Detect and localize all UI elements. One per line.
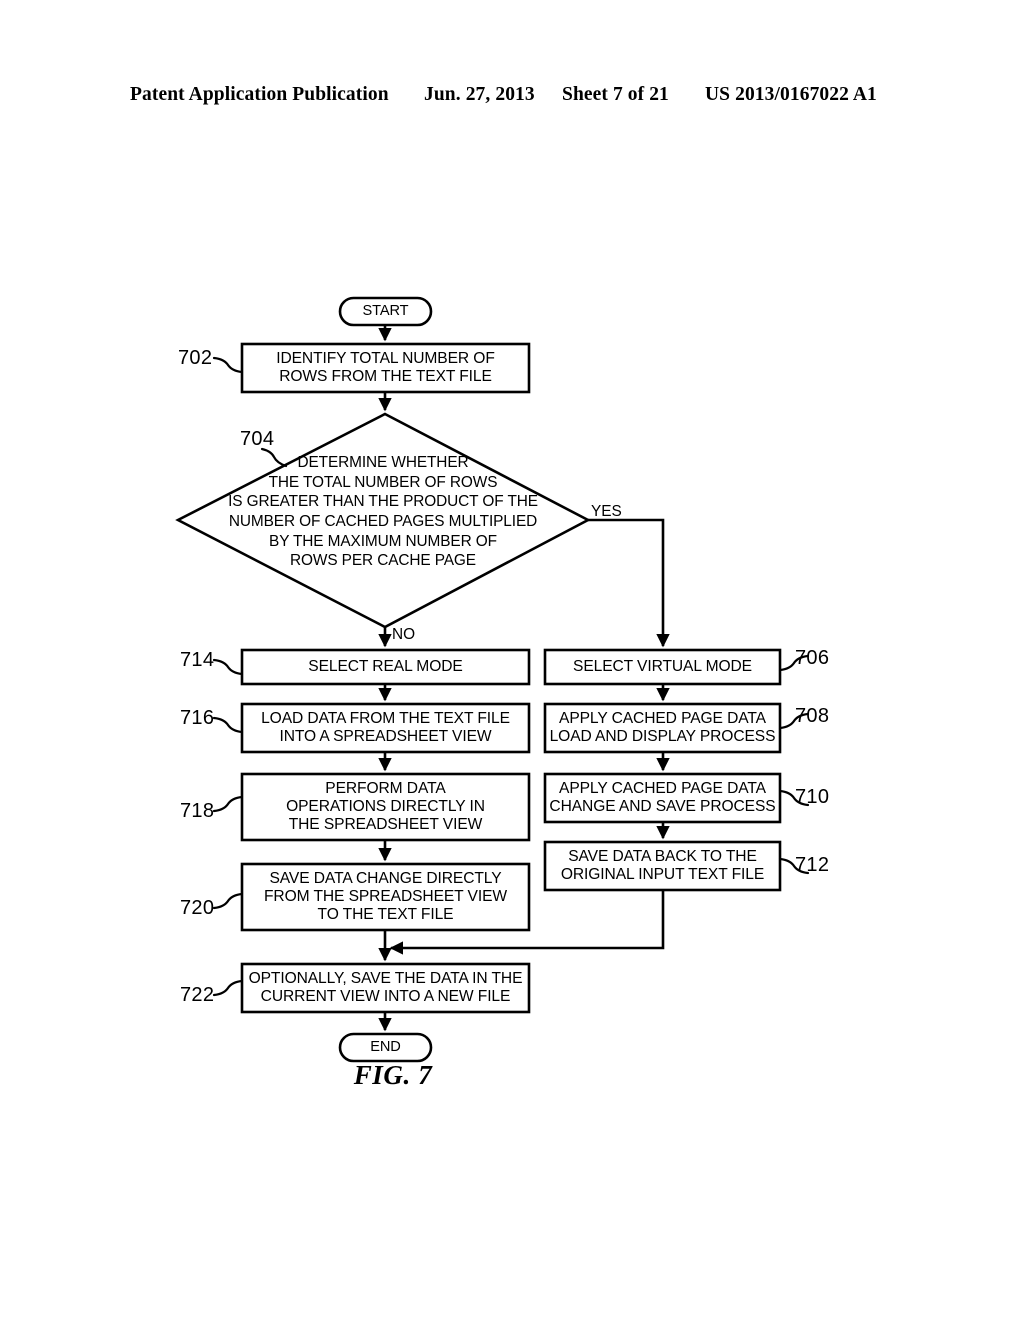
leader-722 (212, 979, 244, 997)
node-716-label: LOAD DATA FROM THE TEXT FILE INTO A SPRE… (261, 709, 510, 745)
ref-numeral-704: 704 (240, 428, 275, 450)
node-708-label: APPLY CACHED PAGE DATA LOAD AND DISPLAY … (549, 709, 776, 745)
node-710-label: APPLY CACHED PAGE DATA CHANGE AND SAVE P… (549, 779, 776, 815)
node-718-label: PERFORM DATA OPERATIONS DIRECTLY IN THE … (286, 779, 485, 834)
node-722-label: OPTIONALLY, SAVE THE DATA IN THE CURRENT… (248, 969, 523, 1005)
leader-720 (212, 892, 244, 910)
ref-numeral-702: 702 (178, 347, 213, 369)
ref-numeral-708: 708 (795, 705, 830, 727)
ref-numeral-722: 722 (180, 984, 215, 1006)
node-706-label: SELECT VIRTUAL MODE (573, 657, 752, 675)
ref-numeral-706: 706 (795, 647, 830, 669)
node-702-label: IDENTIFY TOTAL NUMBER OF ROWS FROM THE T… (276, 349, 495, 385)
node-720-label: SAVE DATA CHANGE DIRECTLY FROM THE SPREA… (264, 869, 507, 924)
start-terminator-label: START (362, 302, 409, 319)
ref-numeral-714: 714 (180, 649, 215, 671)
connector-704-yes-to-706 (588, 518, 670, 648)
branch-label-no: NO (392, 626, 416, 643)
ref-numeral-710: 710 (795, 786, 830, 808)
leader-714 (212, 658, 244, 676)
ref-numeral-716: 716 (180, 707, 215, 729)
figure-caption: FIG. 7 (353, 1060, 433, 1090)
leader-716 (212, 716, 244, 734)
end-terminator-label: END (370, 1038, 401, 1055)
node-714-label: SELECT REAL MODE (308, 657, 463, 675)
ref-numeral-718: 718 (180, 800, 215, 822)
flowchart-figure: START END IDENTIFY TOTAL NUMBER OF ROWS … (0, 0, 1024, 1320)
leader-718 (212, 795, 244, 813)
branch-label-yes: YES (591, 503, 622, 520)
node-712-label: SAVE DATA BACK TO THE ORIGINAL INPUT TEX… (560, 847, 765, 883)
ref-numeral-712: 712 (795, 854, 830, 876)
ref-numeral-720: 720 (180, 897, 215, 919)
node-704-label: DETERMINE WHETHER THE TOTAL NUMBER OF RO… (228, 454, 538, 570)
leader-702 (212, 356, 244, 374)
